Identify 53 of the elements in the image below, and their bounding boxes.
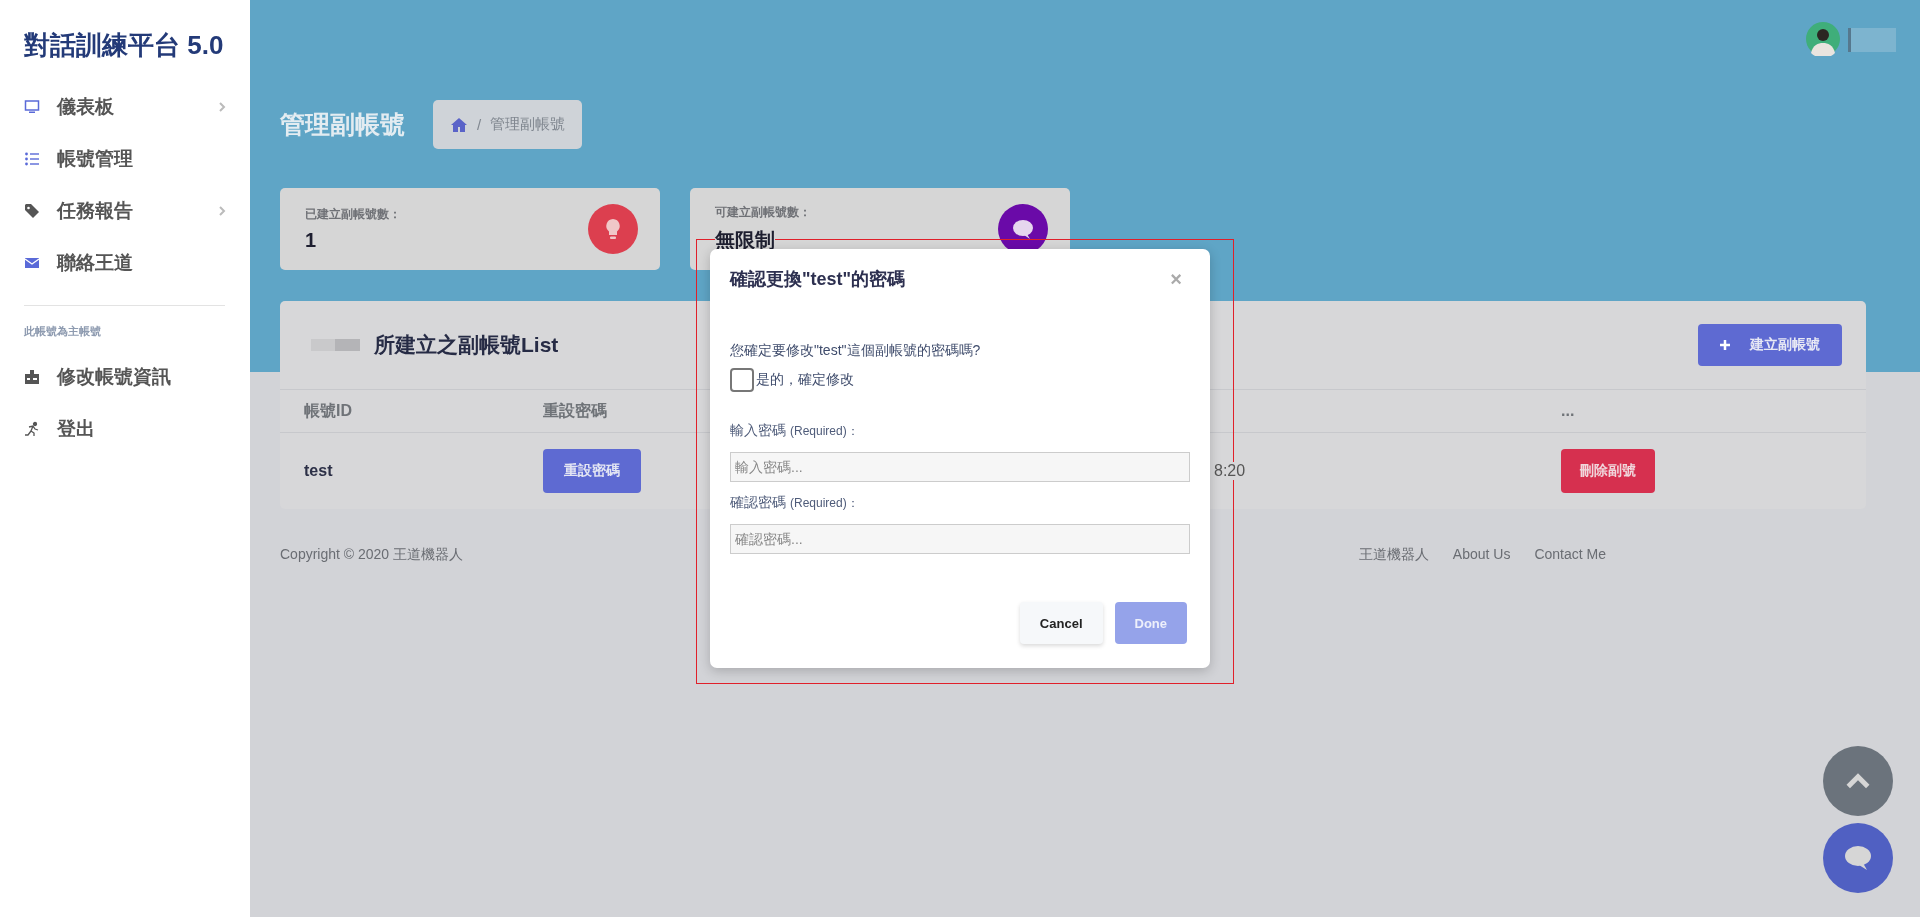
reset-password-button[interactable]: 重設密碼 bbox=[543, 449, 641, 493]
table-cell-text: test bbox=[304, 462, 334, 480]
chevron-up-icon bbox=[1845, 772, 1871, 790]
speech-bubble-icon bbox=[1843, 844, 1873, 872]
password-field[interactable]: 輸入密碼... bbox=[730, 452, 1190, 482]
table-cell: 8:20 bbox=[1214, 462, 1246, 480]
close-button[interactable]: × bbox=[1162, 267, 1190, 291]
list-icon bbox=[24, 151, 40, 167]
monitor-icon bbox=[24, 99, 40, 115]
field-label: 輸入密碼 bbox=[730, 422, 786, 440]
checkbox[interactable] bbox=[730, 368, 754, 392]
id-badge-icon bbox=[24, 369, 40, 385]
footer-link[interactable]: 王道機器人 bbox=[1358, 546, 1429, 564]
footer-link[interactable]: Contact Me bbox=[1534, 546, 1606, 564]
cancel-button[interactable]: Cancel bbox=[1019, 602, 1103, 644]
user-avatar[interactable] bbox=[1806, 22, 1840, 56]
footer-link[interactable]: About Us bbox=[1452, 546, 1511, 564]
stat-label: 可建立副帳號數： bbox=[715, 204, 811, 221]
nav-item[interactable]: 帳號管理 bbox=[24, 133, 226, 185]
page-title: 管理副帳號 bbox=[280, 109, 405, 140]
required-note: (Required)： bbox=[790, 495, 859, 512]
chevron-icon bbox=[218, 101, 226, 113]
copyright-text: Copyright © 2020 王道機器人 bbox=[280, 546, 464, 564]
nav-item[interactable]: 登出 bbox=[24, 403, 226, 455]
nav-item[interactable]: 修改帳號資訊 bbox=[24, 351, 226, 403]
field-label: 確認密碼 bbox=[730, 494, 786, 512]
brand-title: 對話訓練平台 5.0 bbox=[24, 29, 225, 62]
stat-label: 已建立副帳號數： bbox=[305, 206, 401, 223]
column-header: ... bbox=[1561, 402, 1575, 420]
home-icon[interactable] bbox=[450, 116, 468, 133]
checkbox-label: 是的，確定修改 bbox=[756, 371, 854, 389]
nav-item[interactable]: 聯絡王道 bbox=[24, 237, 226, 289]
add-subaccount-button[interactable]: 建立副帳號 bbox=[1698, 324, 1842, 366]
plus-icon bbox=[1720, 340, 1730, 350]
section-label: 此帳號為主帳號 bbox=[24, 324, 102, 339]
nav-item[interactable]: 儀表板 bbox=[24, 81, 226, 133]
running-figure-icon bbox=[24, 421, 40, 437]
column-header: 帳號ID bbox=[304, 400, 352, 421]
nav-item[interactable]: 任務報告 bbox=[24, 185, 226, 237]
modal-title: 確認更換"test"的密碼 bbox=[730, 268, 906, 291]
redacted-block bbox=[1848, 28, 1896, 52]
required-note: (Required)： bbox=[790, 423, 859, 440]
breadcrumb-current: 管理副帳號 bbox=[490, 115, 566, 134]
chevron-icon bbox=[218, 205, 226, 217]
breadcrumb-separator: / bbox=[477, 116, 482, 133]
confirm-question: 您確定要修改"test"這個副帳號的密碼嗎? bbox=[730, 342, 982, 360]
column-header: 重設密碼 bbox=[543, 400, 607, 421]
redacted-block bbox=[311, 339, 360, 351]
table-title: 所建立之副帳號List bbox=[374, 332, 559, 358]
mail-icon bbox=[24, 255, 40, 271]
delete-button[interactable]: 刪除副號 bbox=[1561, 449, 1655, 493]
tag-icon bbox=[24, 203, 40, 219]
password-field[interactable]: 確認密碼... bbox=[730, 524, 1190, 554]
